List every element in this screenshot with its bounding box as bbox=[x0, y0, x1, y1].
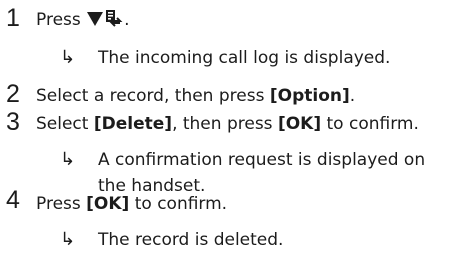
step-1-result-text: The incoming call log is displayed. bbox=[98, 48, 391, 68]
ok-key-label: [OK] bbox=[277, 114, 322, 134]
ok-key-label: [OK] bbox=[86, 194, 130, 214]
instruction-document: 1 Press . ↳ The incoming call log is dis… bbox=[0, 0, 470, 267]
step-4-prefix: Press bbox=[36, 194, 87, 214]
step-4-number: 4 bbox=[6, 186, 20, 214]
step-2-number: 2 bbox=[6, 80, 20, 108]
step-3-number: 3 bbox=[6, 108, 20, 136]
step-4-suffix: to confirm. bbox=[129, 194, 228, 214]
option-key-label: [Option] bbox=[269, 86, 350, 106]
result-arrow-icon: ↳ bbox=[60, 229, 76, 250]
step-4-text: Press [OK] to confirm. bbox=[36, 192, 466, 216]
step-3-result-line-1: A confirmation request is displayed on bbox=[98, 150, 426, 170]
step-3-prefix: Select bbox=[36, 114, 94, 134]
step-1-suffix: . bbox=[124, 10, 130, 30]
step-1-number: 1 bbox=[6, 4, 20, 32]
step-2-prefix: Select a record, then press bbox=[36, 86, 270, 106]
step-3-middle: , then press bbox=[172, 114, 278, 134]
result-arrow-icon: ↳ bbox=[60, 149, 76, 170]
step-2-suffix: . bbox=[349, 86, 356, 106]
delete-key-label: [Delete] bbox=[93, 114, 173, 134]
step-1-prefix: Press bbox=[36, 10, 87, 30]
step-3-text: Select [Delete], then press [OK] to conf… bbox=[36, 112, 466, 136]
step-4-result-text: The record is deleted. bbox=[98, 230, 284, 250]
result-arrow-icon: ↳ bbox=[60, 47, 76, 68]
step-2-text: Select a record, then press [Option]. bbox=[36, 84, 466, 108]
step-1-text: Press . bbox=[36, 8, 466, 35]
menu-down-call-log-icon bbox=[86, 8, 124, 35]
step-3-suffix: to confirm. bbox=[321, 114, 419, 134]
